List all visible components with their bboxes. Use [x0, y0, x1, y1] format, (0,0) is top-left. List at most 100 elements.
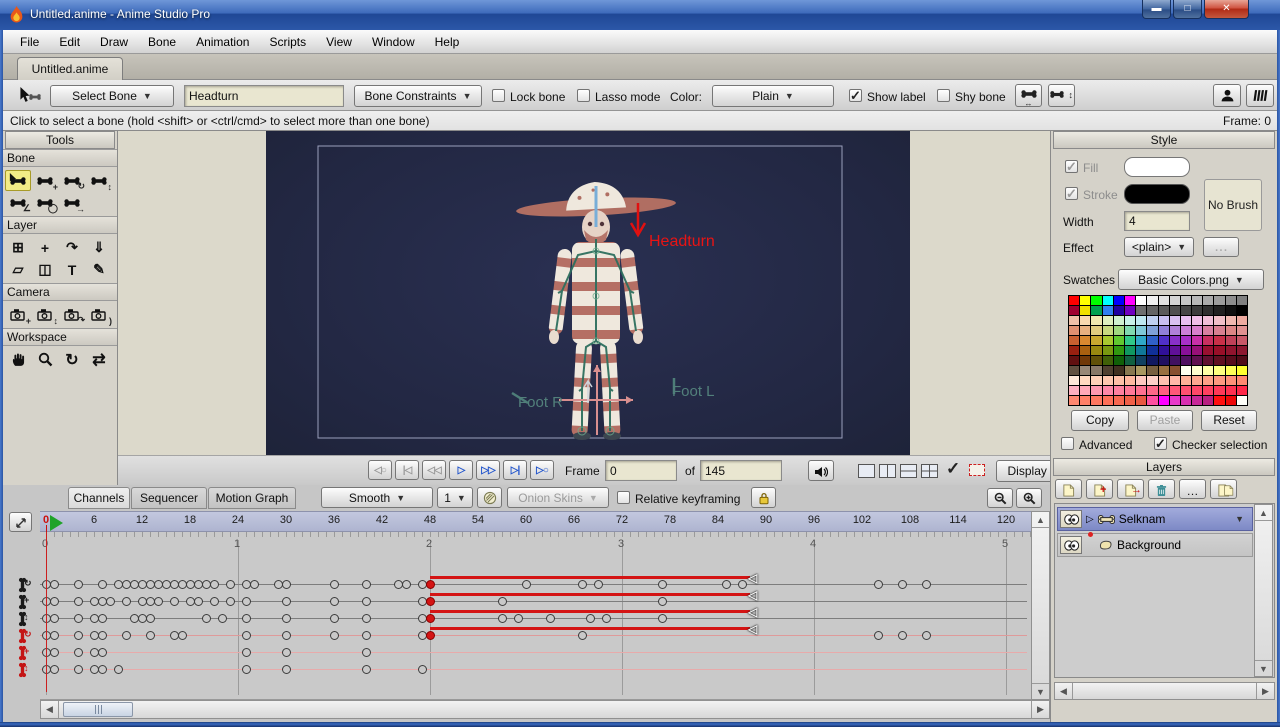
swatch[interactable]	[1091, 386, 1101, 395]
tool-scale-bone[interactable]: ↕	[86, 170, 112, 191]
selected-range-bar[interactable]	[430, 593, 750, 596]
scroll-right-icon[interactable]: ▶	[1256, 683, 1274, 699]
shy-bone-checkbox[interactable]	[937, 89, 950, 102]
swatch[interactable]	[1192, 346, 1202, 355]
swatch[interactable]	[1080, 356, 1090, 365]
swatch[interactable]	[1203, 346, 1213, 355]
swatch[interactable]	[1226, 306, 1236, 315]
keyframe[interactable]	[242, 648, 251, 657]
layer-options-caret-icon[interactable]: ▼	[1235, 514, 1244, 524]
keyframe[interactable]	[74, 597, 83, 606]
swatch[interactable]	[1214, 356, 1224, 365]
fill-checkbox[interactable]: ✓	[1065, 160, 1078, 173]
swatch[interactable]	[1192, 316, 1202, 325]
playhead-triangle-icon[interactable]	[50, 515, 63, 531]
keyframe[interactable]	[194, 597, 203, 606]
previous-keyframe-button[interactable]: |◁	[395, 460, 419, 480]
swatch[interactable]	[1159, 366, 1169, 375]
keyframe[interactable]	[242, 631, 251, 640]
swatch[interactable]	[1080, 326, 1090, 335]
bone-label-foot-r[interactable]: Foot R	[518, 394, 563, 411]
swatch[interactable]	[1237, 306, 1247, 315]
keyframe[interactable]	[418, 665, 427, 674]
swatch[interactable]	[1080, 296, 1090, 305]
swatch[interactable]	[1103, 356, 1113, 365]
swatch[interactable]	[1170, 346, 1180, 355]
mute-button[interactable]	[808, 460, 834, 481]
keyframe[interactable]	[282, 631, 291, 640]
swatch[interactable]	[1069, 316, 1079, 325]
keyframe[interactable]	[242, 614, 251, 623]
keyframe[interactable]	[114, 665, 123, 674]
tool-roll-camera[interactable]: ↷	[59, 304, 85, 325]
swatch[interactable]	[1125, 376, 1135, 385]
keyframe[interactable]	[362, 580, 371, 589]
onion-skin-toggle-button[interactable]	[477, 487, 502, 508]
tool-shear-layer[interactable]: ▱	[5, 259, 31, 280]
crop-view-icon[interactable]	[969, 464, 985, 476]
tool-orbit-workspace[interactable]: ⇄	[86, 349, 112, 370]
bone-height-button[interactable]: ↕	[1048, 84, 1075, 107]
scroll-down-icon[interactable]: ▼	[1032, 683, 1049, 699]
swatch[interactable]	[1214, 316, 1224, 325]
swatch[interactable]	[1181, 356, 1191, 365]
keyframe[interactable]	[898, 631, 907, 640]
swatch[interactable]	[1226, 356, 1236, 365]
menu-draw[interactable]: Draw	[91, 32, 137, 52]
tool-add-layer[interactable]: +	[32, 237, 58, 258]
layers-vertical-scrollbar[interactable]: ▲ ▼	[1254, 504, 1273, 677]
swatch[interactable]	[1147, 356, 1157, 365]
swatch[interactable]	[1226, 366, 1236, 375]
keyframe[interactable]	[98, 665, 107, 674]
swatch[interactable]	[1103, 376, 1113, 385]
character-wizard-button[interactable]	[1213, 84, 1241, 107]
layers-panel-header[interactable]: Layers	[1053, 458, 1275, 476]
swatch[interactable]	[1091, 296, 1101, 305]
swatch[interactable]	[1136, 366, 1146, 375]
menu-view[interactable]: View	[317, 32, 361, 52]
keyframe-track-area[interactable]: 012345◁◁◁◁	[40, 532, 1031, 700]
selected-range-bar[interactable]	[430, 610, 750, 613]
swatch[interactable]	[1080, 396, 1090, 405]
effect-more-button[interactable]: ...	[1203, 237, 1239, 257]
swatch[interactable]	[1226, 376, 1236, 385]
current-frame-input[interactable]	[605, 460, 677, 481]
swatch[interactable]	[1170, 336, 1180, 345]
swatch[interactable]	[1214, 336, 1224, 345]
layer-visibility-toggle[interactable]	[1060, 510, 1082, 528]
swatch[interactable]	[1091, 356, 1101, 365]
delete-layer-button[interactable]	[1148, 479, 1175, 499]
keyframe[interactable]	[74, 580, 83, 589]
title-bar[interactable]: Untitled.anime - Anime Studio Pro ▬ □ ✕	[0, 0, 1280, 30]
swatch[interactable]	[1103, 366, 1113, 375]
tool-rotate-bone[interactable]: ↻	[59, 170, 85, 191]
keyframe[interactable]	[546, 614, 555, 623]
swatches-dropdown[interactable]: Basic Colors.png▼	[1118, 269, 1264, 290]
tool-pan-tilt-camera[interactable]: )	[86, 304, 112, 325]
swatch[interactable]	[1114, 316, 1124, 325]
keyframe[interactable]	[250, 580, 259, 589]
swatch[interactable]	[1181, 376, 1191, 385]
tool-rotate-workspace[interactable]: ↻	[59, 349, 85, 370]
swatch[interactable]	[1125, 346, 1135, 355]
swatch[interactable]	[1091, 346, 1101, 355]
tool-rotate-layer[interactable]: ↷	[59, 237, 85, 258]
swatch[interactable]	[1136, 336, 1146, 345]
keyframe[interactable]	[402, 580, 411, 589]
scroll-right-icon[interactable]: ▶	[1031, 701, 1049, 718]
timeline-vertical-scrollbar[interactable]: ▲ ▼	[1031, 511, 1050, 700]
keyframe[interactable]	[282, 597, 291, 606]
interpolation-dropdown[interactable]: Smooth▼	[321, 487, 433, 508]
timeline-horizontal-scrollbar[interactable]: ◀ ▶	[40, 700, 1050, 719]
menu-window[interactable]: Window	[363, 32, 424, 52]
step-dropdown[interactable]: 1▼	[437, 487, 473, 508]
enable-drawing-check-icon[interactable]: ✓	[946, 459, 960, 479]
fill-color-swatch[interactable]	[1124, 157, 1190, 177]
swatch[interactable]	[1136, 386, 1146, 395]
swatch[interactable]	[1214, 306, 1224, 315]
keyframe[interactable]	[98, 614, 107, 623]
keyframe[interactable]	[50, 597, 59, 606]
swatch[interactable]	[1125, 336, 1135, 345]
swatch[interactable]	[1103, 326, 1113, 335]
swatch[interactable]	[1136, 376, 1146, 385]
